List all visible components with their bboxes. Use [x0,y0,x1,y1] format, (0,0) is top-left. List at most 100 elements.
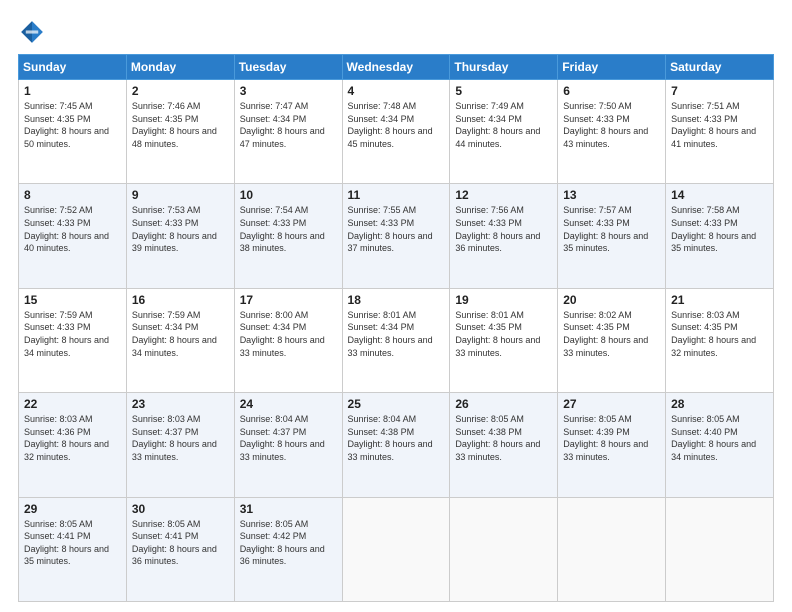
day-number: 15 [24,293,121,307]
day-info: Sunrise: 7:55 AMSunset: 4:33 PMDaylight:… [348,205,433,253]
day-number: 8 [24,188,121,202]
calendar-cell [558,497,666,601]
header [18,18,774,46]
calendar-table: SundayMondayTuesdayWednesdayThursdayFrid… [18,54,774,602]
day-info: Sunrise: 8:03 AMSunset: 4:35 PMDaylight:… [671,310,756,358]
calendar-week-row: 29 Sunrise: 8:05 AMSunset: 4:41 PMDayligh… [19,497,774,601]
day-info: Sunrise: 7:46 AMSunset: 4:35 PMDaylight:… [132,101,217,149]
day-number: 21 [671,293,768,307]
calendar-cell: 6 Sunrise: 7:50 AMSunset: 4:33 PMDaylight… [558,80,666,184]
day-info: Sunrise: 8:04 AMSunset: 4:38 PMDaylight:… [348,414,433,462]
day-number: 28 [671,397,768,411]
day-number: 13 [563,188,660,202]
calendar-cell: 13 Sunrise: 7:57 AMSunset: 4:33 PMDayligh… [558,184,666,288]
day-info: Sunrise: 8:05 AMSunset: 4:41 PMDaylight:… [24,519,109,567]
day-number: 5 [455,84,552,98]
day-number: 7 [671,84,768,98]
day-info: Sunrise: 8:05 AMSunset: 4:41 PMDaylight:… [132,519,217,567]
calendar-col-header: Wednesday [342,55,450,80]
day-number: 1 [24,84,121,98]
calendar-cell: 16 Sunrise: 7:59 AMSunset: 4:34 PMDayligh… [126,288,234,392]
day-number: 6 [563,84,660,98]
day-info: Sunrise: 7:53 AMSunset: 4:33 PMDaylight:… [132,205,217,253]
calendar-cell: 24 Sunrise: 8:04 AMSunset: 4:37 PMDayligh… [234,393,342,497]
day-info: Sunrise: 7:45 AMSunset: 4:35 PMDaylight:… [24,101,109,149]
day-info: Sunrise: 8:03 AMSunset: 4:37 PMDaylight:… [132,414,217,462]
day-info: Sunrise: 8:05 AMSunset: 4:42 PMDaylight:… [240,519,325,567]
calendar-col-header: Tuesday [234,55,342,80]
day-number: 29 [24,502,121,516]
calendar-col-header: Thursday [450,55,558,80]
day-number: 17 [240,293,337,307]
calendar-cell: 27 Sunrise: 8:05 AMSunset: 4:39 PMDayligh… [558,393,666,497]
calendar-col-header: Sunday [19,55,127,80]
calendar-cell: 10Sunrise: 7:54 AMSunset: 4:33 PMDayligh… [234,184,342,288]
calendar-cell [450,497,558,601]
day-number: 9 [132,188,229,202]
day-number: 2 [132,84,229,98]
calendar-col-header: Monday [126,55,234,80]
calendar-week-row: 22 Sunrise: 8:03 AMSunset: 4:36 PMDayligh… [19,393,774,497]
calendar-cell: 9 Sunrise: 7:53 AMSunset: 4:33 PMDaylight… [126,184,234,288]
calendar-cell: 28 Sunrise: 8:05 AMSunset: 4:40 PMDayligh… [666,393,774,497]
calendar-cell: 23 Sunrise: 8:03 AMSunset: 4:37 PMDayligh… [126,393,234,497]
day-number: 24 [240,397,337,411]
calendar-week-row: 15Sunrise: 7:59 AMSunset: 4:33 PMDayligh… [19,288,774,392]
calendar-col-header: Saturday [666,55,774,80]
calendar-cell: 26 Sunrise: 8:05 AMSunset: 4:38 PMDayligh… [450,393,558,497]
calendar-cell: 4 Sunrise: 7:48 AMSunset: 4:34 PMDaylight… [342,80,450,184]
day-info: Sunrise: 8:04 AMSunset: 4:37 PMDaylight:… [240,414,325,462]
day-info: Sunrise: 7:49 AMSunset: 4:34 PMDaylight:… [455,101,540,149]
day-number: 25 [348,397,445,411]
day-number: 27 [563,397,660,411]
calendar-cell: 22 Sunrise: 8:03 AMSunset: 4:36 PMDayligh… [19,393,127,497]
day-info: Sunrise: 7:47 AMSunset: 4:34 PMDaylight:… [240,101,325,149]
calendar-cell: 18 Sunrise: 8:01 AMSunset: 4:34 PMDayligh… [342,288,450,392]
calendar-cell: 1 Sunrise: 7:45 AMSunset: 4:35 PMDaylight… [19,80,127,184]
calendar-cell: 7 Sunrise: 7:51 AMSunset: 4:33 PMDaylight… [666,80,774,184]
page: SundayMondayTuesdayWednesdayThursdayFrid… [0,0,792,612]
calendar-week-row: 1 Sunrise: 7:45 AMSunset: 4:35 PMDaylight… [19,80,774,184]
calendar-cell [342,497,450,601]
day-number: 30 [132,502,229,516]
day-number: 10 [240,188,337,202]
calendar-cell: 2 Sunrise: 7:46 AMSunset: 4:35 PMDaylight… [126,80,234,184]
day-info: Sunrise: 7:57 AMSunset: 4:33 PMDaylight:… [563,205,648,253]
day-number: 4 [348,84,445,98]
day-info: Sunrise: 8:01 AMSunset: 4:35 PMDaylight:… [455,310,540,358]
day-info: Sunrise: 7:51 AMSunset: 4:33 PMDaylight:… [671,101,756,149]
day-info: Sunrise: 8:03 AMSunset: 4:36 PMDaylight:… [24,414,109,462]
day-info: Sunrise: 7:58 AMSunset: 4:33 PMDaylight:… [671,205,756,253]
calendar-cell: 19 Sunrise: 8:01 AMSunset: 4:35 PMDayligh… [450,288,558,392]
day-info: Sunrise: 8:05 AMSunset: 4:40 PMDaylight:… [671,414,756,462]
calendar-cell [666,497,774,601]
calendar-cell: 5 Sunrise: 7:49 AMSunset: 4:34 PMDaylight… [450,80,558,184]
day-number: 23 [132,397,229,411]
day-info: Sunrise: 7:52 AMSunset: 4:33 PMDaylight:… [24,205,109,253]
day-info: Sunrise: 7:48 AMSunset: 4:34 PMDaylight:… [348,101,433,149]
day-info: Sunrise: 8:05 AMSunset: 4:38 PMDaylight:… [455,414,540,462]
day-number: 26 [455,397,552,411]
calendar-cell: 20Sunrise: 8:02 AMSunset: 4:35 PMDayligh… [558,288,666,392]
logo-icon [18,18,46,46]
calendar-cell: 12Sunrise: 7:56 AMSunset: 4:33 PMDayligh… [450,184,558,288]
day-number: 19 [455,293,552,307]
day-number: 20 [563,293,660,307]
calendar-cell: 8 Sunrise: 7:52 AMSunset: 4:33 PMDaylight… [19,184,127,288]
day-info: Sunrise: 8:00 AMSunset: 4:34 PMDaylight:… [240,310,325,358]
day-info: Sunrise: 8:05 AMSunset: 4:39 PMDaylight:… [563,414,648,462]
calendar-cell: 30 Sunrise: 8:05 AMSunset: 4:41 PMDayligh… [126,497,234,601]
calendar-cell: 17 Sunrise: 8:00 AMSunset: 4:34 PMDayligh… [234,288,342,392]
day-number: 18 [348,293,445,307]
day-number: 22 [24,397,121,411]
calendar-cell: 11Sunrise: 7:55 AMSunset: 4:33 PMDayligh… [342,184,450,288]
day-number: 16 [132,293,229,307]
calendar-col-header: Friday [558,55,666,80]
day-number: 31 [240,502,337,516]
day-info: Sunrise: 8:01 AMSunset: 4:34 PMDaylight:… [348,310,433,358]
day-number: 14 [671,188,768,202]
calendar-cell: 15Sunrise: 7:59 AMSunset: 4:33 PMDayligh… [19,288,127,392]
calendar-header-row: SundayMondayTuesdayWednesdayThursdayFrid… [19,55,774,80]
day-info: Sunrise: 7:50 AMSunset: 4:33 PMDaylight:… [563,101,648,149]
day-info: Sunrise: 7:59 AMSunset: 4:34 PMDaylight:… [132,310,217,358]
